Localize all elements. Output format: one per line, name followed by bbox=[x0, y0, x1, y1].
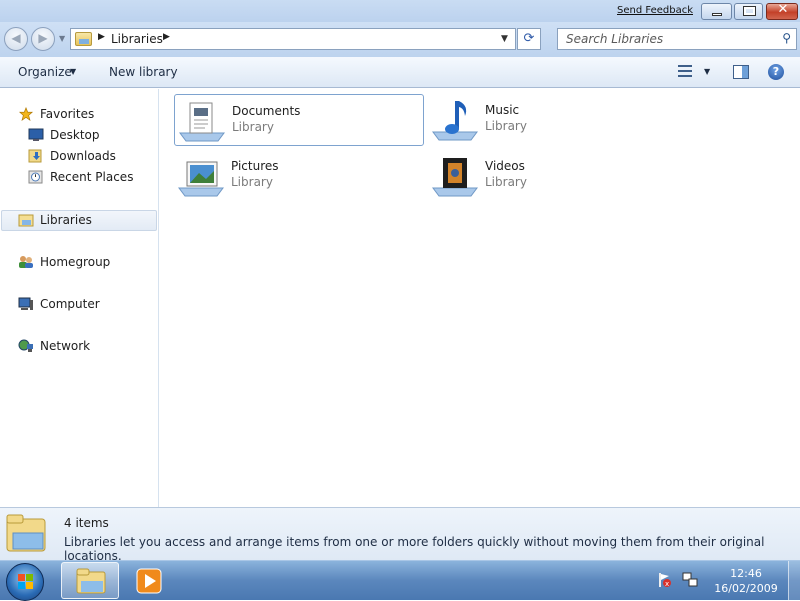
preview-pane-icon[interactable] bbox=[733, 65, 749, 79]
homegroup-icon bbox=[19, 256, 33, 268]
library-tile-music[interactable]: Music Library bbox=[428, 94, 678, 146]
minimize-icon bbox=[712, 13, 722, 16]
star-icon bbox=[18, 107, 34, 121]
chevron-down-icon[interactable]: ▼ bbox=[70, 67, 76, 76]
libraries-icon bbox=[18, 214, 34, 227]
documents-library-icon bbox=[179, 102, 225, 142]
taskbar-media-player-button[interactable] bbox=[120, 562, 178, 599]
refresh-icon: ⟳ bbox=[523, 31, 535, 46]
svg-text:x: x bbox=[665, 580, 669, 588]
search-icon[interactable]: ⚲ bbox=[782, 31, 791, 45]
windows-media-player-icon bbox=[136, 568, 162, 594]
library-name: Documents bbox=[232, 104, 301, 118]
library-type: Library bbox=[485, 119, 527, 133]
taskbar: x 12:46 16/02/2009 bbox=[0, 560, 800, 601]
organize-button[interactable]: Organize bbox=[18, 65, 72, 79]
library-tile-videos[interactable]: Videos Library bbox=[428, 150, 678, 202]
library-tile-documents[interactable]: Documents Library bbox=[174, 94, 424, 146]
views-icon[interactable] bbox=[678, 64, 692, 78]
content-pane: Documents Library Music Library Pictures… bbox=[160, 89, 800, 507]
clock[interactable]: 12:46 16/02/2009 bbox=[700, 566, 792, 596]
details-pane: 4 items Libraries let you access and arr… bbox=[0, 507, 800, 563]
network-tray-icon[interactable] bbox=[682, 572, 698, 588]
library-name: Videos bbox=[485, 159, 525, 173]
windows-explorer-icon bbox=[76, 568, 106, 594]
nav-libraries[interactable]: Libraries bbox=[18, 211, 148, 231]
address-dropdown-icon[interactable]: ▼ bbox=[501, 34, 508, 44]
maximize-button[interactable] bbox=[734, 3, 763, 20]
title-bar: Send Feedback ✕ bbox=[0, 0, 800, 22]
nav-computer[interactable]: Computer bbox=[18, 295, 148, 315]
library-type: Library bbox=[231, 175, 273, 189]
clock-time: 12:46 bbox=[730, 567, 762, 580]
action-center-icon[interactable]: x bbox=[656, 572, 672, 588]
search-box[interactable]: Search Libraries ⚲ bbox=[557, 28, 797, 50]
back-arrow-icon: ◀ bbox=[11, 31, 21, 45]
nav-item-desktop[interactable]: Desktop bbox=[28, 126, 148, 146]
videos-library-icon bbox=[432, 158, 478, 197]
minimize-button[interactable] bbox=[701, 3, 732, 20]
libraries-icon bbox=[75, 32, 92, 46]
desktop-icon bbox=[28, 128, 44, 141]
back-button[interactable]: ◀ bbox=[4, 27, 28, 51]
chevron-right-icon[interactable]: ▶ bbox=[163, 32, 170, 42]
send-feedback-link[interactable]: Send Feedback bbox=[617, 5, 693, 16]
nav-network[interactable]: Network bbox=[18, 337, 148, 357]
recent-pages-dropdown[interactable]: ▼ bbox=[59, 34, 65, 43]
address-bar-area: ◀ ▶ ▼ ▶ Libraries ▶ ▼ ⟳ Search Libraries… bbox=[0, 22, 800, 57]
library-type: Library bbox=[485, 175, 527, 189]
taskbar-explorer-button[interactable] bbox=[61, 562, 119, 599]
item-count: 4 items bbox=[64, 516, 109, 530]
clock-date: 16/02/2009 bbox=[714, 582, 778, 595]
nav-homegroup[interactable]: Homegroup bbox=[18, 253, 148, 273]
recent-places-icon bbox=[28, 170, 43, 184]
forward-button[interactable]: ▶ bbox=[31, 27, 55, 51]
libraries-large-icon bbox=[6, 514, 46, 552]
navigation-pane: Favorites Desktop Downloads Recent Place… bbox=[0, 89, 159, 507]
library-tile-pictures[interactable]: Pictures Library bbox=[174, 150, 424, 202]
library-type: Library bbox=[232, 120, 274, 134]
forward-arrow-icon: ▶ bbox=[38, 31, 48, 45]
maximize-icon bbox=[743, 6, 756, 16]
new-library-button[interactable]: New library bbox=[109, 65, 178, 79]
network-icon bbox=[18, 339, 33, 352]
nav-item-recent-places[interactable]: Recent Places bbox=[28, 168, 148, 188]
refresh-button[interactable]: ⟳ bbox=[517, 28, 541, 50]
close-button[interactable]: ✕ bbox=[766, 2, 798, 20]
computer-icon bbox=[18, 297, 33, 310]
help-icon[interactable]: ? bbox=[768, 64, 784, 80]
chevron-right-icon[interactable]: ▶ bbox=[98, 32, 105, 42]
downloads-icon bbox=[28, 149, 42, 163]
search-input[interactable]: Search Libraries bbox=[566, 32, 663, 46]
views-dropdown-icon[interactable]: ▼ bbox=[704, 67, 710, 76]
windows-logo-icon bbox=[18, 574, 34, 590]
nav-item-downloads[interactable]: Downloads bbox=[28, 147, 148, 167]
music-library-icon bbox=[432, 101, 478, 141]
show-desktop-button[interactable] bbox=[788, 561, 800, 600]
pictures-library-icon bbox=[178, 161, 224, 197]
library-name: Music bbox=[485, 103, 520, 117]
close-icon: ✕ bbox=[777, 2, 789, 17]
library-name: Pictures bbox=[231, 159, 279, 173]
start-button[interactable] bbox=[6, 563, 44, 601]
breadcrumb-libraries[interactable]: Libraries bbox=[111, 32, 163, 46]
command-bar: Organize ▼ New library ▼ ? bbox=[0, 57, 800, 88]
address-field[interactable]: ▶ Libraries ▶ ▼ bbox=[70, 28, 516, 50]
nav-favorites[interactable]: Favorites bbox=[18, 105, 148, 125]
libraries-description: Libraries let you access and arrange ite… bbox=[64, 535, 765, 563]
